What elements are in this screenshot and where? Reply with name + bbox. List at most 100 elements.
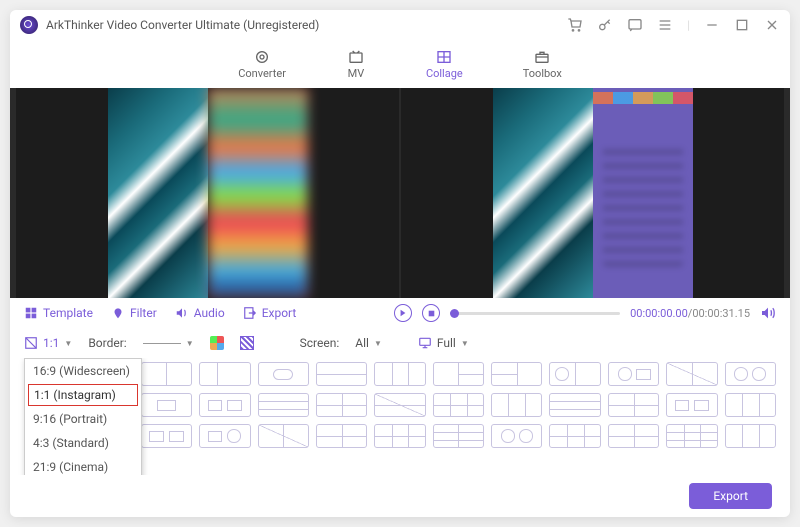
video-clip-4[interactable] — [593, 88, 693, 298]
border-color-picker[interactable] — [210, 336, 224, 350]
layout-template[interactable] — [199, 424, 250, 448]
volume-icon[interactable] — [760, 305, 776, 321]
maximize-icon[interactable] — [734, 17, 750, 33]
layout-template[interactable] — [258, 362, 309, 386]
mv-icon — [346, 49, 366, 65]
seek-bar[interactable] — [450, 312, 620, 315]
layout-template[interactable] — [491, 362, 542, 386]
ratio-value: 1:1 — [43, 336, 59, 350]
screen-mode-dropdown[interactable]: Full ▼ — [418, 336, 469, 350]
layout-template[interactable] — [141, 424, 192, 448]
video-clip-1[interactable] — [108, 88, 208, 298]
layout-template[interactable] — [666, 393, 717, 417]
layout-template[interactable] — [374, 362, 425, 386]
minimize-icon[interactable] — [704, 17, 720, 33]
close-icon[interactable] — [764, 17, 780, 33]
time-display: 00:00:00.00/00:00:31.15 — [630, 307, 750, 320]
pattern-icon — [240, 336, 254, 350]
titlebar: ArkThinker Video Converter Ultimate (Unr… — [10, 10, 790, 40]
screen-value: All — [355, 336, 369, 350]
key-icon[interactable] — [597, 17, 613, 33]
screen-label: Screen: — [300, 336, 340, 350]
filter-icon — [111, 306, 125, 320]
border-pattern-toggle[interactable] — [240, 336, 254, 350]
layout-template[interactable] — [316, 424, 367, 448]
layout-template[interactable] — [141, 393, 192, 417]
export-button[interactable]: Export — [689, 483, 772, 509]
layout-template[interactable] — [374, 424, 425, 448]
layout-template[interactable] — [725, 424, 776, 448]
tool-label: Template — [43, 306, 93, 320]
menu-icon[interactable] — [657, 17, 673, 33]
layout-template[interactable] — [199, 393, 250, 417]
template-gallery: 16:9 (Widescreen) 1:1 (Instagram) 9:16 (… — [10, 358, 790, 475]
layout-template[interactable] — [666, 424, 717, 448]
layout-template[interactable] — [491, 424, 542, 448]
ratio-option-21-9[interactable]: 21:9 (Cinema) — [25, 455, 141, 475]
screen-option: Screen: — [300, 336, 340, 350]
layout-template[interactable] — [433, 393, 484, 417]
preview-pane-right[interactable] — [401, 88, 784, 298]
tab-converter[interactable]: Converter — [238, 49, 286, 80]
chevron-down-icon: ▼ — [461, 339, 469, 348]
layout-template[interactable] — [608, 393, 659, 417]
app-window: ArkThinker Video Converter Ultimate (Unr… — [10, 10, 790, 517]
video-clip-3[interactable] — [493, 88, 593, 298]
tool-export[interactable]: Export — [243, 306, 297, 320]
ratio-option-16-9[interactable]: 16:9 (Widescreen) — [25, 359, 141, 383]
layout-template[interactable] — [433, 362, 484, 386]
toolbox-icon — [532, 49, 552, 65]
ratio-option-9-16[interactable]: 9:16 (Portrait) — [25, 407, 141, 431]
layout-template[interactable] — [258, 424, 309, 448]
tab-collage[interactable]: Collage — [426, 49, 463, 80]
layout-template[interactable] — [608, 424, 659, 448]
main-tabs: Converter MV Collage Toolbox — [10, 40, 790, 88]
layout-template[interactable] — [374, 393, 425, 417]
export-icon — [243, 306, 257, 320]
screen-mode-value: Full — [437, 336, 456, 350]
ratio-option-1-1[interactable]: 1:1 (Instagram) — [28, 384, 138, 406]
footer: Export — [10, 475, 790, 517]
tab-mv[interactable]: MV — [346, 49, 366, 80]
screen-dropdown[interactable]: All ▼ — [355, 336, 382, 350]
tool-template[interactable]: Template — [24, 306, 93, 320]
tool-filter[interactable]: Filter — [111, 306, 157, 320]
time-current: 00:00:00.00 — [630, 307, 688, 320]
border-style-dropdown[interactable]: ▼ — [143, 339, 194, 348]
app-logo-icon — [20, 16, 38, 34]
layout-template[interactable] — [141, 362, 192, 386]
aspect-ratio-dropdown[interactable]: 1:1 ▼ — [24, 336, 72, 350]
play-button[interactable] — [394, 304, 412, 322]
stop-button[interactable] — [422, 304, 440, 322]
layout-template[interactable] — [433, 424, 484, 448]
layout-template[interactable] — [316, 362, 367, 386]
layout-template[interactable] — [608, 362, 659, 386]
layout-template[interactable] — [549, 424, 600, 448]
video-clip-2-selected[interactable] — [208, 88, 308, 298]
tool-audio[interactable]: Audio — [175, 306, 225, 320]
preview-pane-left[interactable] — [16, 88, 399, 298]
border-line-preview — [143, 343, 181, 344]
layout-template[interactable] — [549, 393, 600, 417]
layout-template[interactable] — [258, 393, 309, 417]
cart-icon[interactable] — [567, 17, 583, 33]
separator: | — [687, 18, 690, 32]
tab-toolbox[interactable]: Toolbox — [523, 49, 562, 80]
layout-template[interactable] — [725, 362, 776, 386]
layout-template[interactable] — [491, 393, 542, 417]
feedback-icon[interactable] — [627, 17, 643, 33]
layout-template[interactable] — [666, 362, 717, 386]
app-title: ArkThinker Video Converter Ultimate (Unr… — [46, 18, 319, 32]
border-label: Border: — [88, 336, 126, 350]
ratio-option-4-3[interactable]: 4:3 (Standard) — [25, 431, 141, 455]
playback-controls: 00:00:00.00/00:00:31.15 — [394, 304, 776, 322]
tab-label: Collage — [426, 67, 463, 80]
layout-template[interactable] — [316, 393, 367, 417]
audio-icon — [175, 306, 189, 320]
layout-template[interactable] — [199, 362, 250, 386]
layout-template[interactable] — [549, 362, 600, 386]
tool-label: Audio — [194, 306, 225, 320]
seek-thumb[interactable] — [450, 309, 459, 318]
layout-template[interactable] — [725, 393, 776, 417]
tool-label: Filter — [130, 306, 157, 320]
